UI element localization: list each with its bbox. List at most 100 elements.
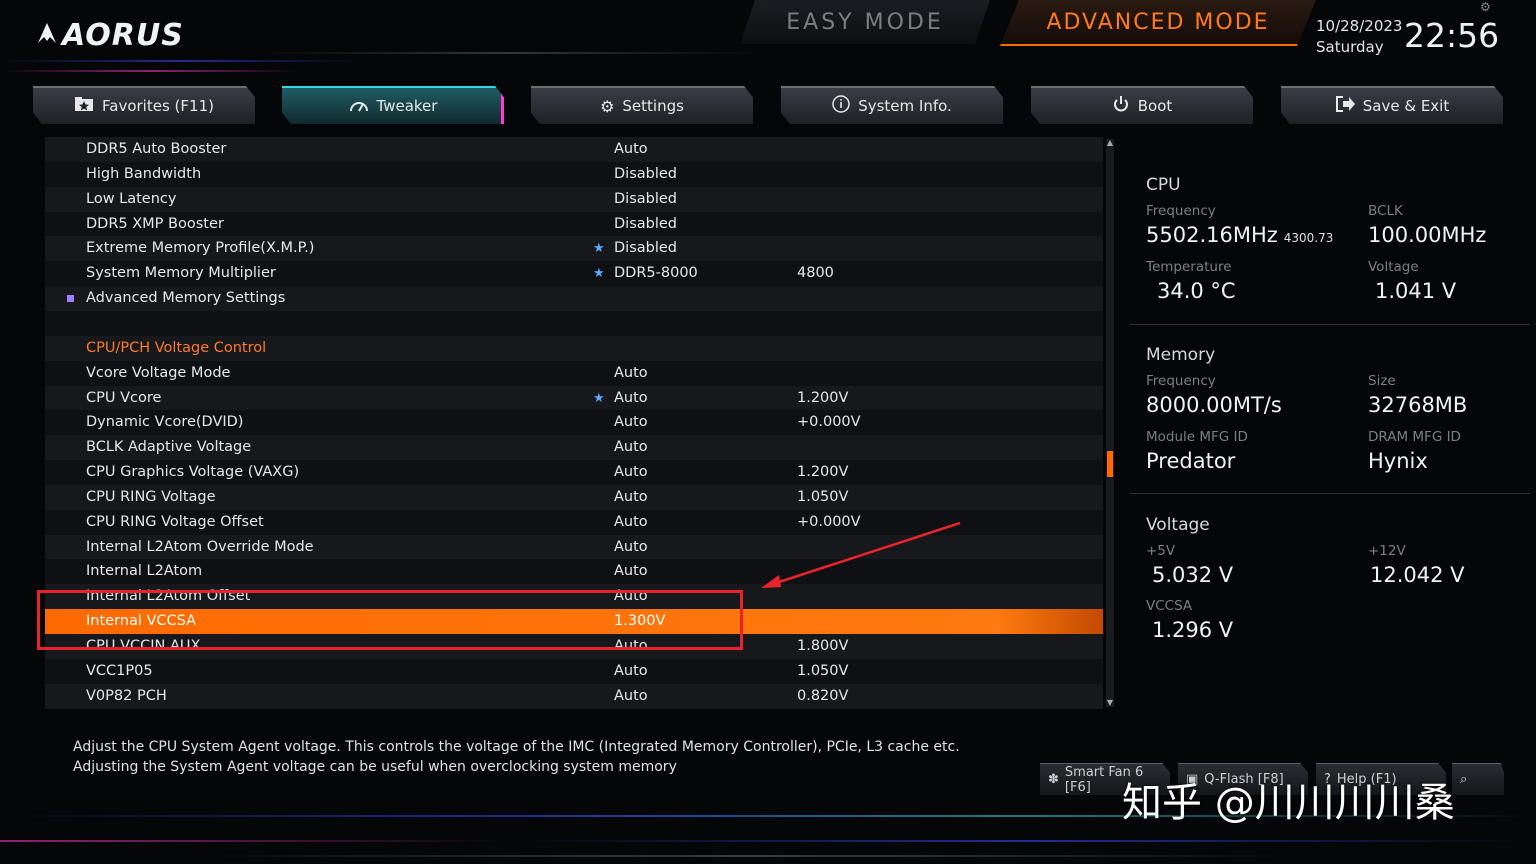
- setting-current-value: +0.000V: [797, 414, 861, 431]
- tab-settings[interactable]: ⚙ Settings: [531, 86, 753, 124]
- advanced-mode-button[interactable]: ADVANCED MODE: [1000, 0, 1316, 46]
- setting-value[interactable]: Auto: [614, 559, 648, 584]
- submenu-item[interactable]: Advanced Memory Settings: [45, 286, 1103, 312]
- submenu-bullet-icon: [67, 295, 74, 303]
- setting-label: Advanced Memory Settings: [86, 290, 286, 307]
- tab-system-info[interactable]: System Info.: [781, 86, 1003, 124]
- setting-row[interactable]: CPU RING Voltage Auto 1.050V: [45, 484, 1103, 510]
- setting-value[interactable]: Auto: [614, 410, 648, 435]
- setting-value[interactable]: Auto: [614, 510, 648, 535]
- module-mfg-label: Module MFG ID: [1146, 429, 1248, 445]
- annotation-arrow: [761, 521, 961, 588]
- setting-label: Low Latency: [86, 190, 177, 207]
- info-icon: [832, 95, 850, 117]
- brand-name: AORUS: [62, 18, 184, 53]
- star-icon: ★: [593, 241, 605, 257]
- setting-row[interactable]: DDR5 XMP Booster Disabled: [45, 211, 1103, 237]
- exit-icon: [1335, 95, 1355, 117]
- star-folder-icon: [74, 96, 94, 116]
- scroll-down-icon[interactable]: ▼: [1106, 699, 1114, 707]
- tab-label: Save & Exit: [1362, 97, 1450, 115]
- fan-icon: ✽: [1048, 772, 1059, 787]
- tab-label: Settings: [622, 97, 684, 115]
- highlight-box: [37, 590, 743, 650]
- setting-row[interactable]: DDR5 Auto Booster Auto: [45, 137, 1103, 162]
- gauge-icon: [349, 97, 369, 116]
- tab-tweaker[interactable]: Tweaker: [282, 86, 504, 124]
- search-icon: ⌕: [1460, 772, 1468, 787]
- setting-label: CPU Vcore: [86, 389, 162, 406]
- setting-value[interactable]: Disabled: [614, 187, 677, 212]
- gear-icon: ⚙: [600, 96, 615, 116]
- cpu-frequency-value: 5502.16MHz 4300.73: [1146, 223, 1334, 247]
- memory-title: Memory: [1146, 345, 1216, 365]
- setting-label: Internal L2Atom: [86, 563, 203, 580]
- easy-mode-button[interactable]: EASY MODE: [740, 0, 990, 44]
- tab-favorites[interactable]: Favorites (F11): [33, 86, 255, 124]
- tab-label: Boot: [1137, 97, 1173, 115]
- v12-value: 12.042 V: [1370, 563, 1465, 587]
- setting-current-value: 1.050V: [797, 662, 849, 679]
- setting-value[interactable]: Auto: [614, 137, 648, 162]
- cpu-voltage-label: Voltage: [1368, 259, 1419, 275]
- gear-icon[interactable]: ⚙: [1480, 0, 1491, 14]
- scroll-up-icon[interactable]: ▲: [1106, 139, 1114, 147]
- cpu-voltage-value: 1.041 V: [1375, 279, 1457, 303]
- setting-value[interactable]: Auto: [614, 485, 648, 510]
- panel-divider: [1130, 324, 1530, 325]
- setting-label: Dynamic Vcore(DVID): [86, 414, 244, 431]
- setting-label: Internal L2Atom Override Mode: [86, 538, 314, 555]
- tab-save-exit[interactable]: Save & Exit: [1281, 86, 1503, 124]
- setting-value[interactable]: Auto: [614, 435, 648, 460]
- setting-value[interactable]: Disabled: [614, 162, 677, 187]
- setting-value[interactable]: DDR5-8000: [614, 261, 698, 286]
- v5-label: +5V: [1146, 543, 1176, 559]
- setting-label: Vcore Voltage Mode: [86, 364, 231, 381]
- v5-value: 5.032 V: [1152, 563, 1234, 587]
- search-button[interactable]: ⌕: [1452, 763, 1504, 795]
- setting-current-value: 4800: [797, 265, 834, 282]
- setting-value[interactable]: Auto: [614, 386, 648, 411]
- setting-row[interactable]: VCC1P05 Auto 1.050V: [45, 658, 1103, 684]
- setting-row[interactable]: Dynamic Vcore(DVID) Auto +0.000V: [45, 410, 1103, 436]
- date-display: 10/28/2023 Saturday: [1316, 16, 1402, 58]
- bclk-value: 100.00MHz: [1368, 223, 1487, 247]
- setting-label: VCC1P05: [86, 662, 153, 679]
- setting-label: CPU RING Voltage: [86, 488, 216, 505]
- setting-value[interactable]: Auto: [614, 684, 648, 709]
- setting-value[interactable]: Auto: [614, 460, 648, 485]
- setting-row[interactable]: Extreme Memory Profile(X.M.P.) ★ Disabled: [45, 236, 1103, 262]
- decor-streak: [0, 70, 300, 72]
- tab-boot[interactable]: Boot: [1031, 86, 1253, 124]
- time-display: 22:56: [1404, 16, 1500, 55]
- help-line: Adjust the CPU System Agent voltage. Thi…: [73, 739, 960, 755]
- spacer-row: [45, 310, 1103, 336]
- setting-value[interactable]: Disabled: [614, 236, 677, 261]
- setting-value[interactable]: Auto: [614, 535, 648, 560]
- tab-label: Tweaker: [376, 97, 438, 115]
- setting-value[interactable]: Auto: [614, 659, 648, 684]
- setting-row[interactable]: V0P82 PCH Auto 0.820V: [45, 683, 1103, 709]
- setting-row[interactable]: CPU Graphics Voltage (VAXG) Auto 1.200V: [45, 460, 1103, 486]
- star-icon: ★: [593, 390, 605, 406]
- setting-current-value: 0.820V: [797, 687, 849, 704]
- scroll-thumb[interactable]: [1107, 451, 1113, 477]
- setting-value[interactable]: Disabled: [614, 212, 677, 237]
- day-text: Saturday: [1316, 38, 1384, 56]
- setting-row[interactable]: System Memory Multiplier ★ DDR5-8000 4800: [45, 261, 1103, 287]
- watermark-text: 知乎 @川川川川桑: [1122, 780, 1455, 826]
- scrollbar[interactable]: ▲ ▼: [1106, 139, 1114, 707]
- date-text: 10/28/2023: [1316, 17, 1403, 35]
- bclk-label: BCLK: [1368, 203, 1403, 219]
- decor-streak: [260, 52, 760, 54]
- memory-frequency-label: Frequency: [1146, 373, 1216, 389]
- setting-row[interactable]: CPU Vcore ★ Auto 1.200V: [45, 385, 1103, 411]
- setting-row[interactable]: BCLK Adaptive Voltage Auto: [45, 435, 1103, 461]
- v12-label: +12V: [1368, 543, 1406, 559]
- setting-value[interactable]: Auto: [614, 361, 648, 386]
- setting-row[interactable]: High Bandwidth Disabled: [45, 161, 1103, 187]
- decor-streak: [200, 855, 1300, 857]
- setting-row[interactable]: Low Latency Disabled: [45, 186, 1103, 212]
- setting-row[interactable]: Vcore Voltage Mode Auto: [45, 360, 1103, 386]
- setting-label: Extreme Memory Profile(X.M.P.): [86, 240, 315, 257]
